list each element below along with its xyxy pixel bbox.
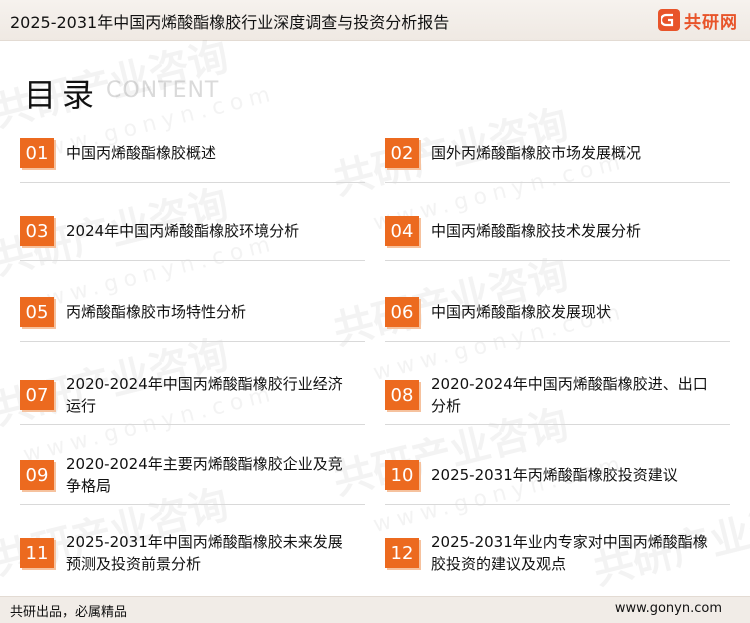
toc-item-04[interactable]: 04 中国丙烯酸酯橡胶技术发展分析 [385, 208, 730, 261]
header-bar: 2025-2031年中国丙烯酸酯橡胶行业深度调查与投资分析报告 共研网 [0, 0, 750, 41]
toc-number: 08 [385, 380, 419, 410]
brand-logo: 共研网 [658, 7, 738, 33]
toc-label: 2020-2024年中国丙烯酸酯橡胶进、出口分析 [431, 375, 708, 415]
footer-bar: 共研出品，必属精品 www.gonyn.com [0, 596, 750, 623]
toc-item-01[interactable]: 01 中国丙烯酸酯橡胶概述 [20, 130, 365, 183]
toc-item-05[interactable]: 05 丙烯酸酯橡胶市场特性分析 [20, 289, 365, 342]
toc-number: 07 [20, 380, 54, 410]
toc-item-11[interactable]: 11 2025-2031年中国丙烯酸酯橡胶未来发展预测及投资前景分析 [20, 530, 365, 582]
toc-item-07[interactable]: 07 2020-2024年中国丙烯酸酯橡胶行业经济运行 [20, 372, 365, 425]
toc-label: 2025-2031年丙烯酸酯橡胶投资建议 [431, 466, 678, 484]
toc-number: 05 [20, 297, 54, 327]
logo-icon [658, 9, 680, 31]
toc-item-10[interactable]: 10 2025-2031年丙烯酸酯橡胶投资建议 [385, 452, 730, 505]
toc-heading: 目录 [24, 76, 101, 114]
toc-item-06[interactable]: 06 中国丙烯酸酯橡胶发展现状 [385, 289, 730, 342]
footer-slogan: 共研出品，必属精品 [10, 605, 128, 620]
toc-label: 2020-2024年主要丙烯酸酯橡胶企业及竞争格局 [66, 455, 343, 495]
toc-number: 09 [20, 460, 54, 490]
toc-label: 国外丙烯酸酯橡胶市场发展概况 [431, 144, 642, 162]
toc-label: 中国丙烯酸酯橡胶概述 [66, 144, 217, 162]
report-title: 2025-2031年中国丙烯酸酯橡胶行业深度调查与投资分析报告 [10, 13, 450, 32]
toc-number: 03 [20, 216, 54, 246]
logo-text: 共研网 [684, 12, 738, 33]
toc-label: 丙烯酸酯橡胶市场特性分析 [66, 303, 247, 321]
toc-heading-en: CONTENT [106, 78, 220, 103]
toc-label: 中国丙烯酸酯橡胶技术发展分析 [431, 222, 642, 240]
toc-label: 2020-2024年中国丙烯酸酯橡胶行业经济运行 [66, 375, 343, 415]
footer-website[interactable]: www.gonyn.com [615, 601, 722, 616]
toc-label: 2025-2031年中国丙烯酸酯橡胶未来发展预测及投资前景分析 [66, 533, 343, 573]
toc-item-08[interactable]: 08 2020-2024年中国丙烯酸酯橡胶进、出口分析 [385, 372, 730, 425]
toc-item-09[interactable]: 09 2020-2024年主要丙烯酸酯橡胶企业及竞争格局 [20, 452, 365, 505]
toc-number: 04 [385, 216, 419, 246]
toc-item-03[interactable]: 03 2024年中国丙烯酸酯橡胶环境分析 [20, 208, 365, 261]
toc-item-02[interactable]: 02 国外丙烯酸酯橡胶市场发展概况 [385, 130, 730, 183]
toc-number: 02 [385, 138, 419, 168]
toc-label: 中国丙烯酸酯橡胶发展现状 [431, 303, 612, 321]
toc-number: 11 [20, 538, 54, 568]
toc-item-12[interactable]: 12 2025-2031年业内专家对中国丙烯酸酯橡胶投资的建议及观点 [385, 530, 730, 582]
toc-number: 12 [385, 538, 419, 568]
toc-label: 2025-2031年业内专家对中国丙烯酸酯橡胶投资的建议及观点 [431, 533, 708, 573]
toc-label: 2024年中国丙烯酸酯橡胶环境分析 [66, 222, 300, 240]
toc-number: 06 [385, 297, 419, 327]
toc-number: 01 [20, 138, 54, 168]
toc-number: 10 [385, 460, 419, 490]
